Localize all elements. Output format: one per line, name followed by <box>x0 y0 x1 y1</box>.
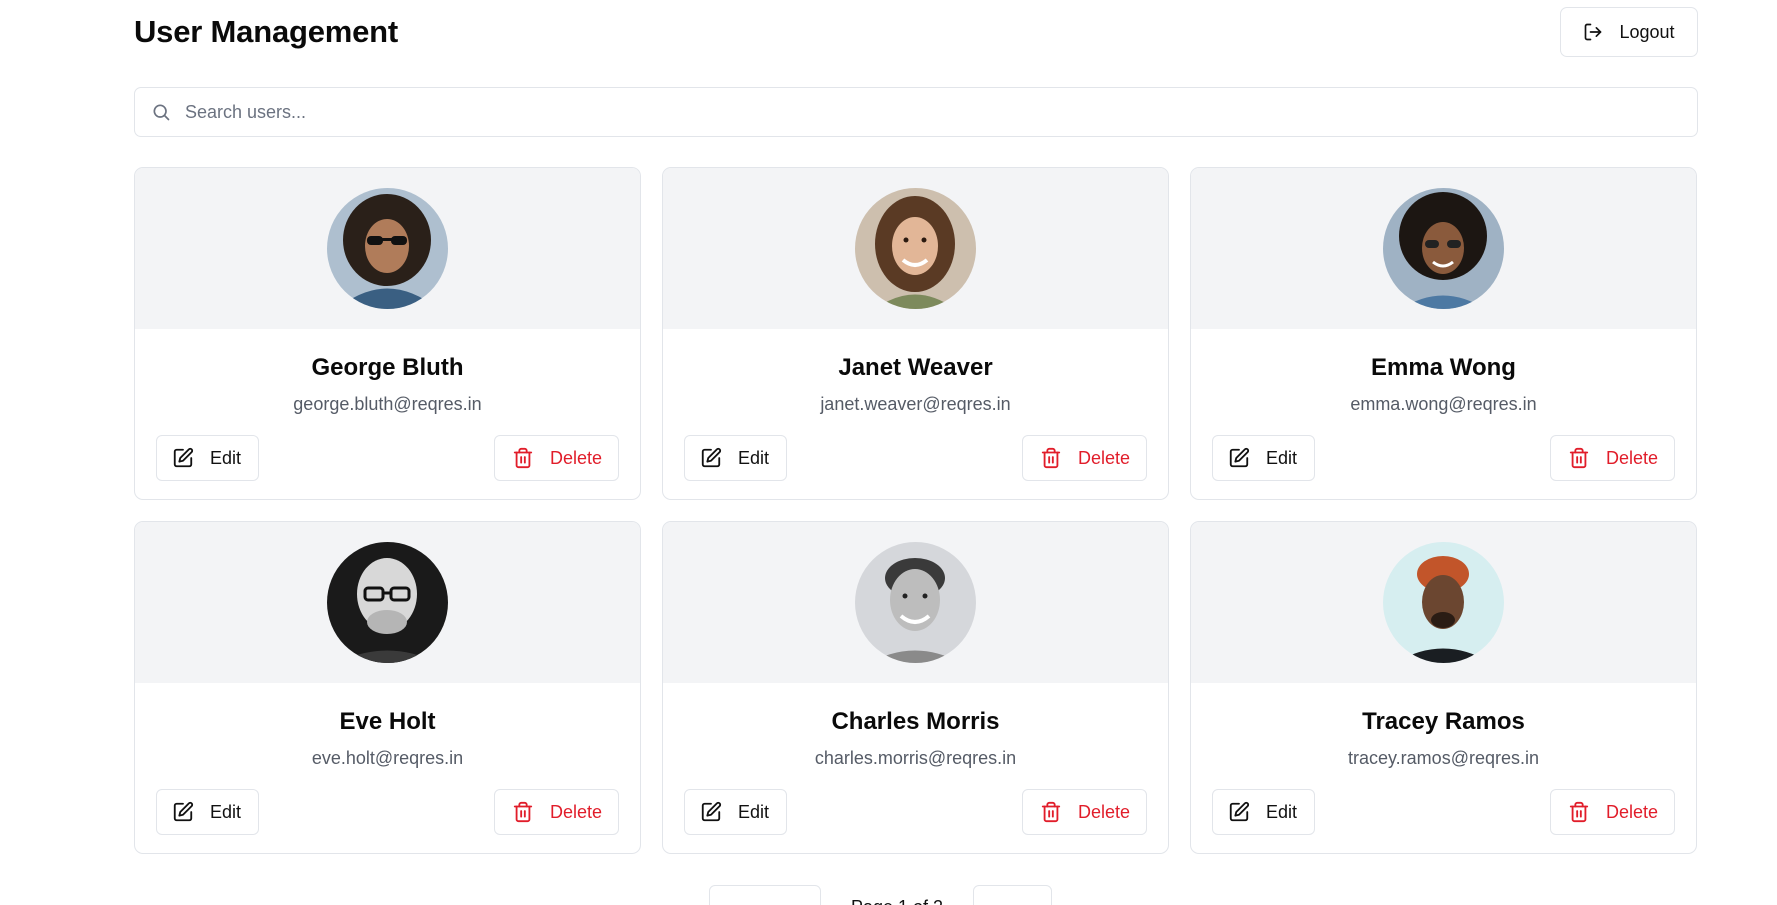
avatar <box>327 188 448 309</box>
edit-button[interactable]: Edit <box>684 789 787 835</box>
user-email: george.bluth@reqres.in <box>293 394 482 414</box>
edit-label: Edit <box>210 447 242 468</box>
user-card: Janet Weaver janet.weaver@reqres.in Edit… <box>662 167 1169 500</box>
delete-button[interactable]: Delete <box>494 789 619 835</box>
user-name: Tracey Ramos <box>1362 708 1525 735</box>
trash-icon <box>513 447 533 469</box>
search-icon <box>153 104 170 121</box>
logout-icon <box>1585 23 1602 41</box>
card-actions: Edit Delete <box>135 435 640 481</box>
user-name: George Bluth <box>311 354 464 381</box>
edit-icon <box>1229 801 1250 822</box>
card-actions: Edit Delete <box>1191 789 1696 835</box>
card-avatar-area <box>1191 168 1696 329</box>
user-name: Eve Holt <box>339 708 436 735</box>
user-email: eve.holt@reqres.in <box>311 748 464 768</box>
card-actions: Edit Delete <box>135 789 640 835</box>
user-card: George Bluth george.bluth@reqres.in Edit… <box>134 167 641 500</box>
trash-icon <box>1041 447 1061 469</box>
avatar <box>1383 542 1504 663</box>
card-avatar-area <box>663 522 1168 683</box>
user-name: Janet Weaver <box>838 354 993 381</box>
edit-label: Edit <box>1266 801 1298 822</box>
previous-page-button[interactable]: Previous <box>708 885 821 905</box>
edit-button[interactable]: Edit <box>1212 435 1315 481</box>
edit-label: Edit <box>738 447 770 468</box>
user-email: tracey.ramos@reqres.in <box>1348 748 1539 768</box>
delete-label: Delete <box>1078 447 1131 468</box>
edit-icon <box>701 801 722 822</box>
delete-label: Delete <box>550 447 603 468</box>
delete-label: Delete <box>1606 801 1659 822</box>
avatar <box>855 188 976 309</box>
avatar <box>855 542 976 663</box>
delete-button[interactable]: Delete <box>1550 789 1675 835</box>
page-title: User Management <box>134 14 399 49</box>
edit-button[interactable]: Edit <box>156 789 259 835</box>
logout-button[interactable]: Logout <box>1560 7 1698 57</box>
card-avatar-area <box>1191 522 1696 683</box>
trash-icon <box>1569 447 1589 469</box>
next-page-button[interactable]: Next <box>973 885 1053 905</box>
logout-label: Logout <box>1619 21 1675 42</box>
avatar <box>1383 188 1504 309</box>
user-management-page: User Management Logout Search users... G… <box>0 0 1777 905</box>
card-actions: Edit Delete <box>1191 435 1696 481</box>
delete-button[interactable]: Delete <box>1022 789 1147 835</box>
delete-label: Delete <box>1606 447 1659 468</box>
user-card: Tracey Ramos tracey.ramos@reqres.in Edit… <box>1190 521 1697 854</box>
edit-button[interactable]: Edit <box>1212 789 1315 835</box>
card-actions: Edit Delete <box>663 435 1168 481</box>
card-actions: Edit Delete <box>663 789 1168 835</box>
delete-label: Delete <box>550 801 603 822</box>
pagination: Previous Page 1 of 2 Next <box>0 885 1777 905</box>
edit-icon <box>701 447 722 468</box>
user-card-grid: George Bluth george.bluth@reqres.in Edit… <box>134 167 1698 854</box>
user-card: Charles Morris charles.morris@reqres.in … <box>662 521 1169 854</box>
user-card: Eve Holt eve.holt@reqres.in Edit Delete <box>134 521 641 854</box>
user-name: Emma Wong <box>1371 354 1516 381</box>
user-email: charles.morris@reqres.in <box>814 748 1017 768</box>
user-email: emma.wong@reqres.in <box>1350 394 1537 414</box>
delete-button[interactable]: Delete <box>1550 435 1675 481</box>
edit-icon <box>173 447 194 468</box>
edit-label: Edit <box>738 801 770 822</box>
user-name: Charles Morris <box>831 708 1000 735</box>
delete-button[interactable]: Delete <box>1022 435 1147 481</box>
page-indicator: Page 1 of 2 <box>821 885 973 905</box>
delete-button[interactable]: Delete <box>494 435 619 481</box>
search-input[interactable] <box>185 88 1697 136</box>
card-avatar-area <box>135 522 640 683</box>
card-avatar-area <box>663 168 1168 329</box>
edit-icon <box>1229 447 1250 468</box>
trash-icon <box>1041 801 1061 823</box>
user-card: Emma Wong emma.wong@reqres.in Edit Delet… <box>1190 167 1697 500</box>
delete-label: Delete <box>1078 801 1131 822</box>
search-bar <box>134 87 1698 137</box>
user-email: janet.weaver@reqres.in <box>820 394 1011 414</box>
avatar <box>327 542 448 663</box>
trash-icon <box>513 801 533 823</box>
card-avatar-area <box>135 168 640 329</box>
edit-icon <box>173 801 194 822</box>
trash-icon <box>1569 801 1589 823</box>
edit-label: Edit <box>210 801 242 822</box>
edit-button[interactable]: Edit <box>156 435 259 481</box>
edit-label: Edit <box>1266 447 1298 468</box>
edit-button[interactable]: Edit <box>684 435 787 481</box>
